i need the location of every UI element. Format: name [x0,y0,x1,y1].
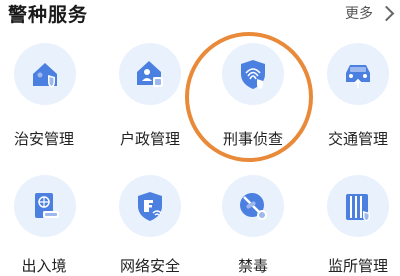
fingerprint-shield-icon [222,43,284,105]
more-button[interactable]: 更多 [345,3,395,23]
no-drugs-icon [222,175,284,237]
service-item-label: 禁毒 [237,257,268,275]
prison-icon [327,175,389,237]
service-item-label: 网络安全 [119,257,180,275]
section-header: 警种服务 更多 [0,0,400,36]
service-item-label: 户政管理 [119,130,180,148]
section-title: 警种服务 [8,4,89,26]
service-item-label: 出入境 [21,257,67,275]
household-icon [119,43,181,105]
more-label: 更多 [345,6,373,22]
house-shield-icon [14,43,76,105]
service-item-label: 治安管理 [13,130,74,148]
car-icon [327,43,389,105]
network-shield-icon [119,175,181,237]
service-item-label: 交通管理 [327,130,388,148]
service-item-label: 刑事侦查 [222,130,283,148]
chevron-right-icon [378,5,395,21]
service-item-label: 监所管理 [327,257,388,275]
passport-icon [14,175,76,237]
